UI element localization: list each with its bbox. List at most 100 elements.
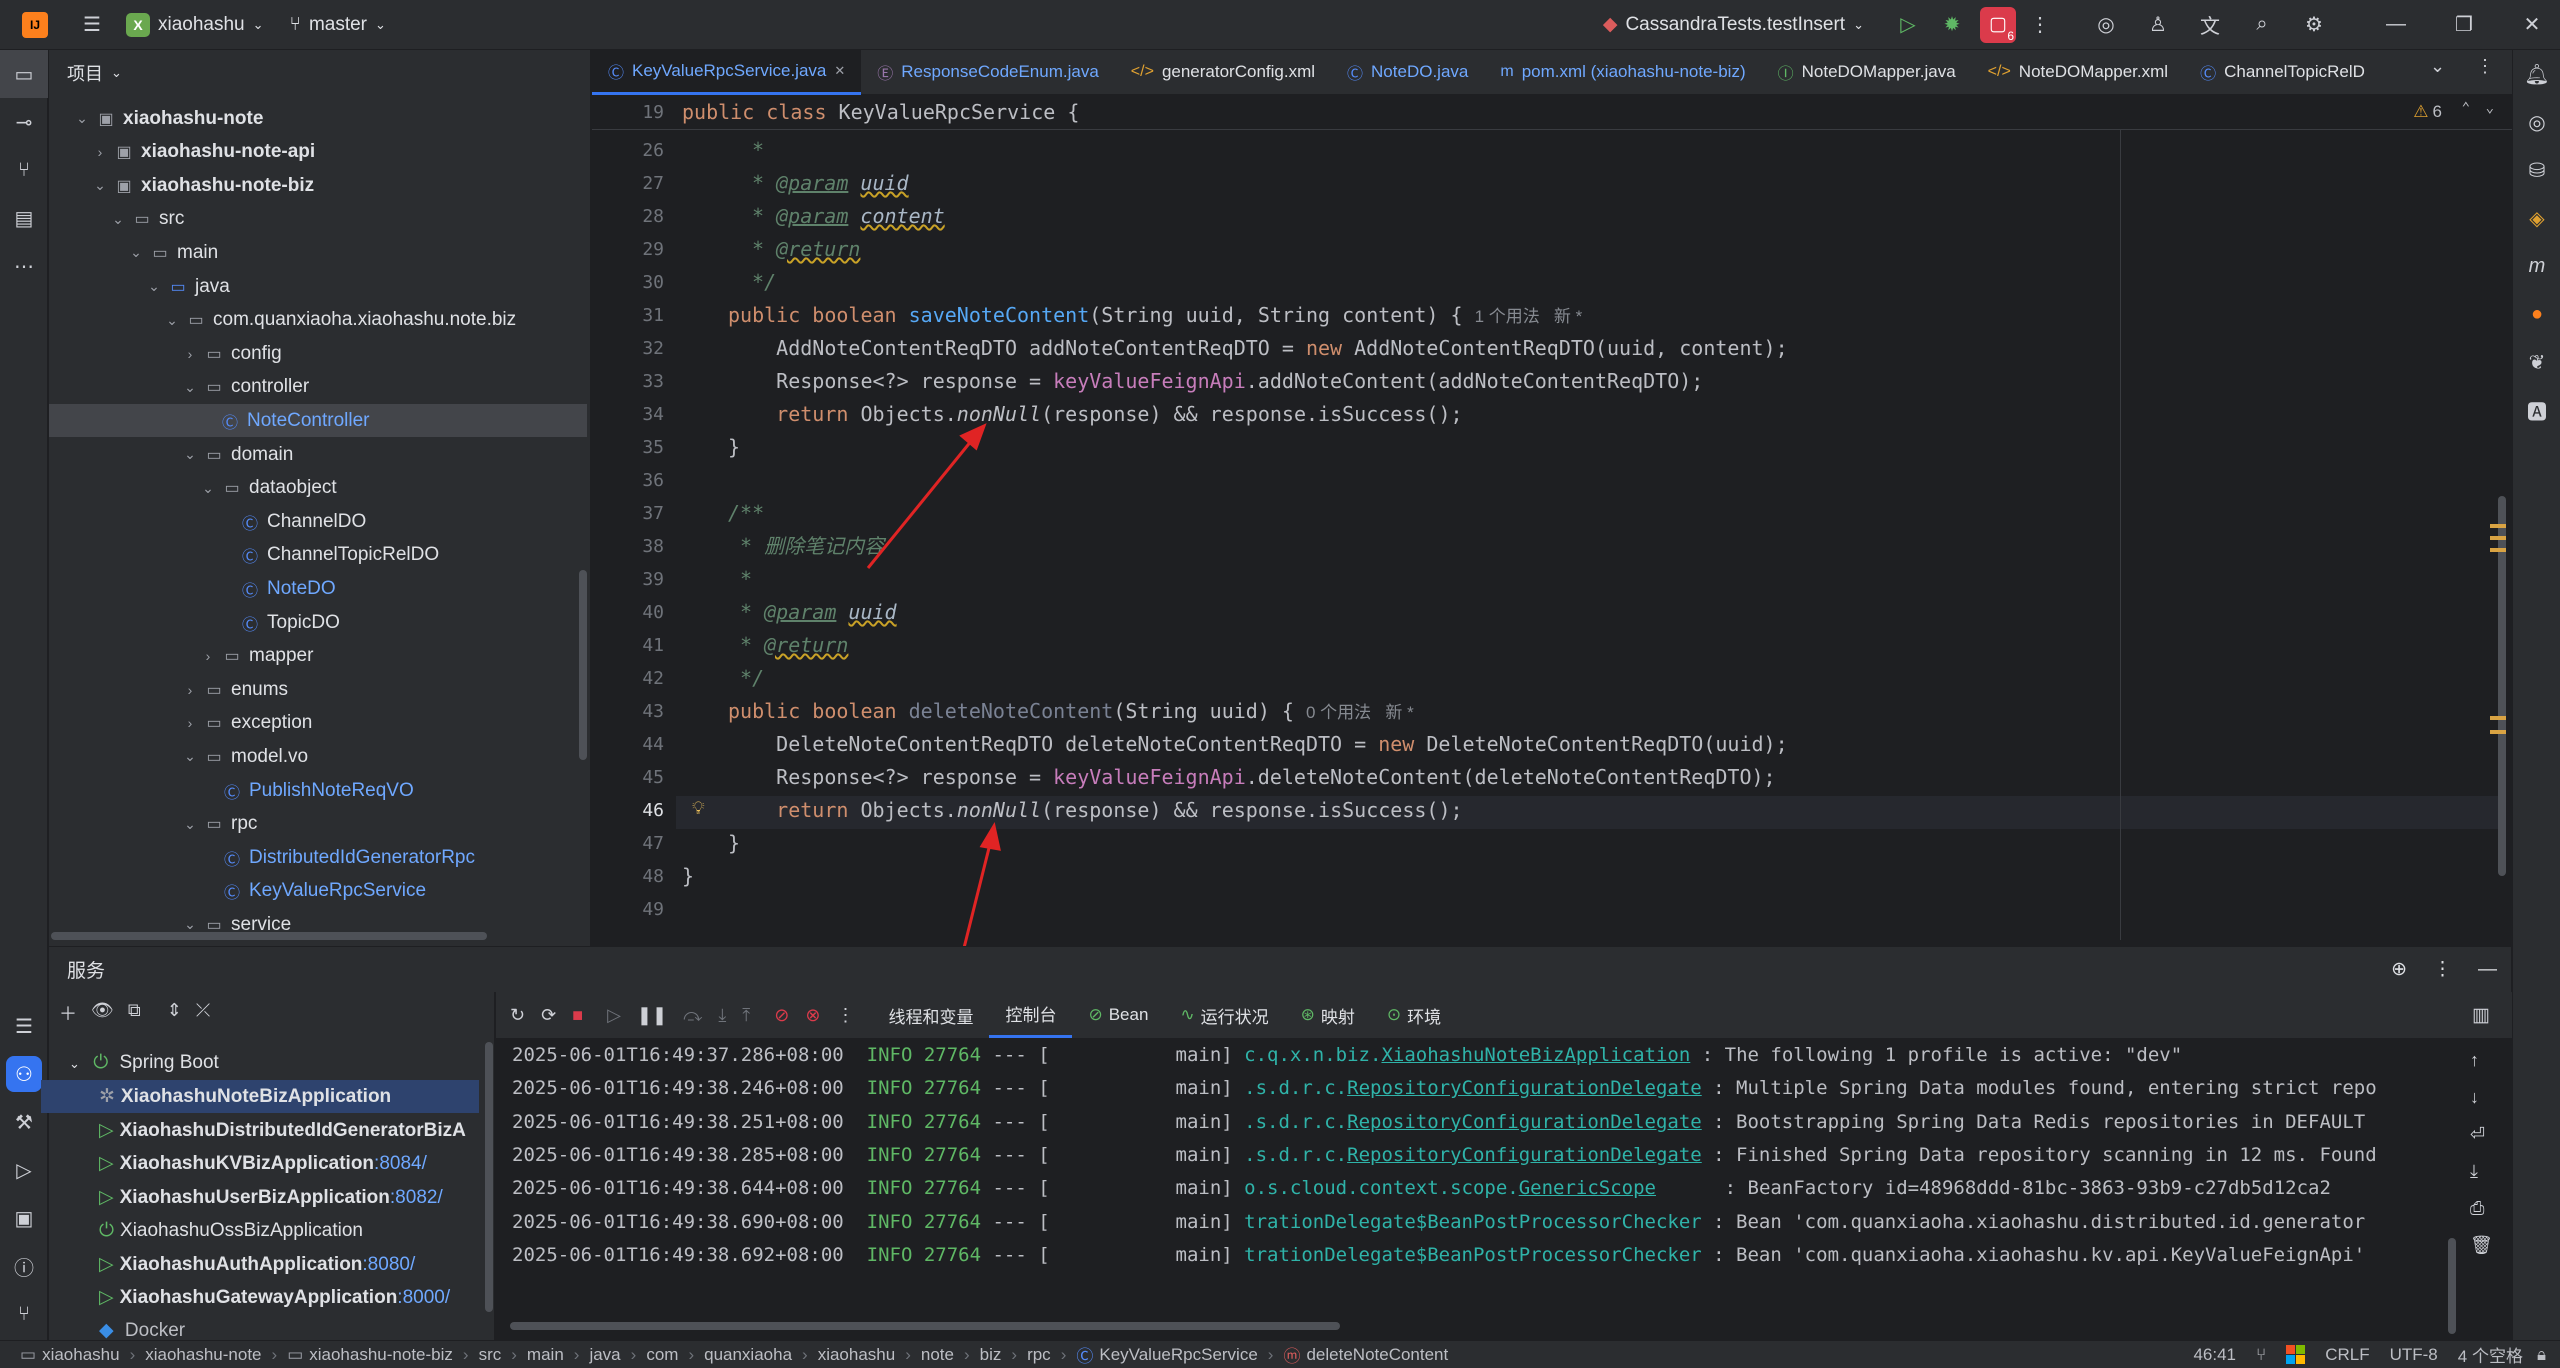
line-number[interactable]: 26: [642, 134, 664, 167]
breadcrumb-item[interactable]: Ⓒ KeyValueRpcService: [1076, 1342, 1257, 1367]
more-actions-icon[interactable]: ⋮: [2022, 7, 2058, 43]
app-logo-icon[interactable]: IJ: [22, 11, 48, 38]
windows-icon[interactable]: [2286, 1345, 2306, 1364]
editor-tab[interactable]: Ⓔ ResponseCodeEnum.java: [861, 50, 1115, 95]
line-separator[interactable]: CRLF: [2325, 1345, 2369, 1365]
breadcrumb-item[interactable]: note: [921, 1345, 954, 1365]
line-number[interactable]: 47: [642, 827, 664, 860]
author-hint[interactable]: 新 *: [1385, 703, 1413, 722]
add-service-icon[interactable]: ＋: [59, 1000, 77, 1026]
service-port-link[interactable]: :8084/: [374, 1153, 427, 1174]
problems-icon[interactable]: ⓘ: [0, 1242, 48, 1290]
editor-tab[interactable]: Ⓒ KeyValueRpcService.java ✕: [592, 49, 862, 95]
service-port-link[interactable]: :8082/: [390, 1187, 443, 1208]
tree-item[interactable]: ⌄▭impl: [49, 942, 589, 944]
line-number[interactable]: 41: [642, 629, 664, 662]
chevron-right-icon[interactable]: ›: [179, 682, 201, 698]
breadcrumb-item[interactable]: java: [589, 1345, 620, 1365]
structure-icon[interactable]: ▤: [0, 194, 48, 242]
tree-horizontal-scrollbar[interactable]: [51, 932, 487, 940]
tree-item[interactable]: Ⓒ NoteDO: [49, 572, 589, 605]
services-icon[interactable]: ⚇: [6, 1056, 42, 1092]
stop-icon[interactable]: ■: [572, 1005, 583, 1026]
pause-icon[interactable]: ❚❚: [637, 1005, 667, 1026]
scroll-to-end-icon[interactable]: ⤓: [2470, 1161, 2493, 1182]
ai-chat-icon[interactable]: ◎: [2513, 98, 2560, 146]
breadcrumb-item[interactable]: rpc: [1027, 1345, 1051, 1365]
breadcrumb-item[interactable]: ▭ xiaohashu-note-biz: [287, 1345, 453, 1365]
target-icon[interactable]: ⊕: [2391, 958, 2407, 981]
line-number[interactable]: 32: [642, 332, 664, 365]
line-number[interactable]: 30: [642, 266, 664, 299]
service-port-link[interactable]: :8000/: [397, 1287, 450, 1308]
commit-icon[interactable]: ⊸: [0, 98, 48, 146]
service-app-item[interactable]: ⏻ XiaohashuOssBizApplication: [99, 1214, 363, 1247]
lightbulb-icon[interactable]: 💡︎: [692, 798, 705, 819]
view-options-icon[interactable]: 👁︎: [91, 1000, 114, 1026]
breadcrumb-item[interactable]: quanxiaoha: [704, 1345, 792, 1365]
tree-item[interactable]: › ▭ mapper: [49, 640, 589, 673]
main-menu-icon[interactable]: ☰: [74, 7, 110, 43]
chevron-down-icon[interactable]: ⌄: [179, 816, 201, 833]
tree-item[interactable]: › ▭ enums: [49, 673, 589, 706]
chevron-right-icon[interactable]: ›: [89, 144, 111, 160]
service-app-item[interactable]: ▷ XiaohashuDistributedIdGeneratorBizA: [99, 1114, 466, 1147]
line-number[interactable]: 42: [642, 662, 664, 695]
chevron-down-icon[interactable]: ⌄: [125, 244, 147, 261]
tree-item[interactable]: Ⓒ NoteController: [49, 404, 587, 438]
tabs-more-icon[interactable]: ⋮: [2476, 56, 2494, 77]
ai-assistant-icon[interactable]: ◎: [2088, 7, 2124, 43]
console-h-scrollbar[interactable]: [510, 1322, 1340, 1330]
chevron-down-icon[interactable]: ⌄: [179, 446, 201, 463]
line-number[interactable]: 31: [642, 299, 664, 332]
chevron-down-icon[interactable]: ⌄: [107, 211, 129, 228]
step-over-icon[interactable]: ⤼: [683, 1005, 702, 1026]
lock-icon[interactable]: 🔒︎: [2537, 1345, 2546, 1365]
line-number[interactable]: 46: [642, 794, 664, 827]
line-number[interactable]: 34: [642, 398, 664, 431]
pull-requests-icon[interactable]: ⑂: [0, 146, 48, 194]
database-icon[interactable]: ⛁: [2513, 146, 2560, 194]
more-icon[interactable]: ⋮: [836, 1005, 854, 1026]
mute-breakpoints-icon[interactable]: ⊗: [805, 1005, 820, 1026]
restore-icon[interactable]: ❐: [2446, 7, 2482, 43]
tree-item[interactable]: Ⓒ KeyValueRpcService: [49, 875, 589, 908]
service-app-item[interactable]: ▷ XiaohashuUserBizApplication:8082/: [99, 1181, 443, 1214]
translation-icon[interactable]: 🅰︎: [2513, 386, 2560, 434]
line-number[interactable]: 29: [642, 233, 664, 266]
breadcrumb-item[interactable]: biz: [980, 1345, 1002, 1365]
tree-item[interactable]: ⌄ ▭ domain: [49, 438, 589, 471]
indent-setting[interactable]: 4 个空格: [2458, 1342, 2523, 1367]
scroll-down-icon[interactable]: ↓: [2470, 1087, 2493, 1108]
chevron-right-icon[interactable]: ›: [197, 648, 219, 664]
view-breakpoints-icon[interactable]: ⊘: [774, 1005, 789, 1026]
editor-tab[interactable]: m pom.xml (xiaohashu-note-biz): [1484, 50, 1761, 95]
print-icon[interactable]: ⎙: [2470, 1198, 2493, 1219]
next-highlight-icon[interactable]: ⌄: [2486, 100, 2494, 116]
tree-vertical-scrollbar[interactable]: [579, 570, 587, 760]
tabs-overflow-icon[interactable]: ⌄: [2430, 56, 2445, 77]
more-tools-icon[interactable]: ⋯: [0, 242, 48, 290]
chevron-down-icon[interactable]: ⌄: [143, 278, 165, 295]
line-number[interactable]: 38: [642, 530, 664, 563]
line-number[interactable]: 40: [642, 596, 664, 629]
line-number[interactable]: 43: [642, 695, 664, 728]
settings-gear-icon[interactable]: ⚙: [2296, 7, 2332, 43]
console-v-scrollbar[interactable]: [2448, 1238, 2456, 1334]
console-tab[interactable]: ∿ 运行状况: [1164, 992, 1284, 1038]
leaf-icon[interactable]: ❦: [2513, 338, 2560, 386]
new-tab-icon[interactable]: ⧉: [128, 1000, 141, 1026]
scroll-up-icon[interactable]: ↑: [2470, 1050, 2493, 1071]
console-tab[interactable]: ⊘ Bean: [1072, 992, 1164, 1038]
service-app-item[interactable]: ▷ XiaohashuGatewayApplication:8000/: [99, 1281, 450, 1314]
tree-item[interactable]: ⌄ ▣ xiaohashu-note: [49, 102, 589, 135]
run-tool-icon[interactable]: ▷: [0, 1146, 48, 1194]
author-hint[interactable]: 新 *: [1554, 307, 1582, 326]
code-editor[interactable]: 19 public class KeyValueRpcService { ⚠ 6 …: [592, 96, 2512, 940]
line-number[interactable]: 33: [642, 365, 664, 398]
usage-hint[interactable]: 1 个用法: [1475, 307, 1540, 326]
tree-item[interactable]: ⌄ ▭ java: [49, 270, 589, 303]
tree-item[interactable]: ⌄ ▣ xiaohashu-note-biz: [49, 169, 589, 202]
branch-switcher[interactable]: ⑂ master ⌄: [290, 14, 386, 36]
cursor-position[interactable]: 46:41: [2193, 1345, 2236, 1365]
